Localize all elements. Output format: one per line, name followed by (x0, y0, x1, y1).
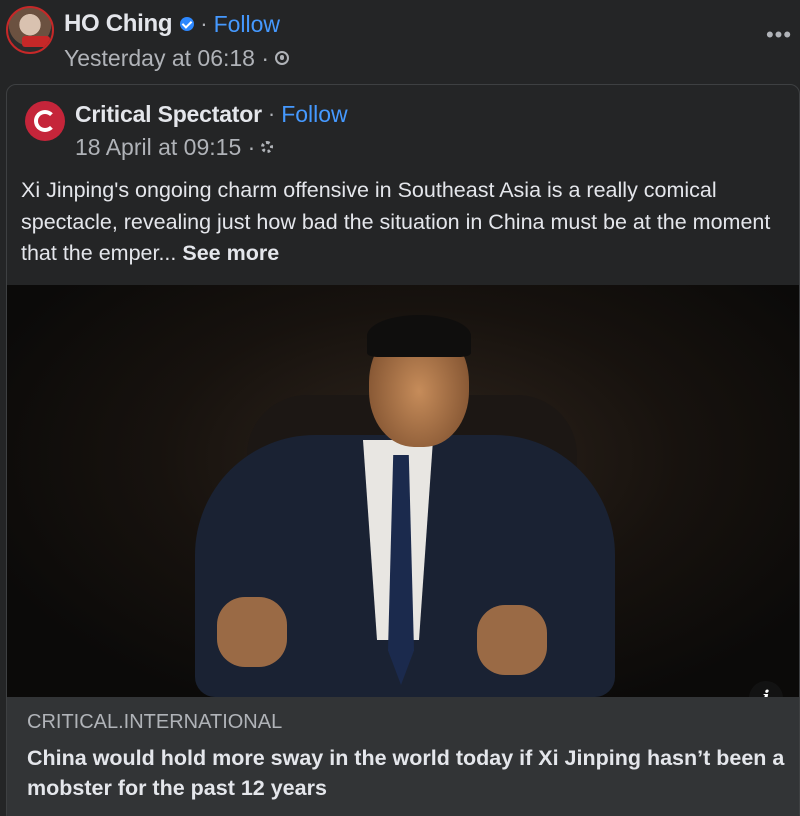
post-text: Xi Jinping's ongoing charm offensive in … (21, 175, 791, 270)
shared-timestamp[interactable]: 18 April at 09:15 · (75, 134, 255, 161)
page-logo-icon (34, 110, 56, 132)
settings-icon (261, 141, 274, 153)
author-avatar[interactable] (6, 6, 54, 54)
verified-badge-icon (180, 17, 195, 31)
page-follow-button[interactable]: Follow (281, 101, 347, 128)
more-options-icon[interactable]: ••• (764, 20, 794, 50)
avatar-badge-icon (22, 36, 50, 47)
author-name[interactable]: HO Ching (64, 10, 173, 38)
post-time-line: Yesterday at 06:18 · (64, 44, 290, 72)
page-line: Critical Spectator · Follow (75, 99, 348, 129)
globe-icon (275, 51, 290, 65)
left-hand-shape (217, 597, 287, 667)
right-hand-shape (477, 605, 547, 675)
separator-dot: · (267, 101, 276, 126)
see-more-button[interactable]: See more (182, 241, 279, 265)
page-name[interactable]: Critical Spectator (75, 101, 262, 128)
post-header: HO Ching · Follow Yesterday at 06:18 · •… (0, 0, 800, 84)
separator-dot: · (200, 11, 208, 36)
link-domain: CRITICAL.INTERNATIONAL (27, 711, 283, 733)
info-icon[interactable]: i (749, 681, 783, 697)
link-title[interactable]: China would hold more sway in the world … (27, 743, 787, 803)
link-preview-image[interactable]: i (7, 285, 799, 697)
author-line: HO Ching · Follow (64, 8, 280, 40)
post-body: Xi Jinping's ongoing charm offensive in … (21, 178, 771, 265)
shared-post-card[interactable]: Critical Spectator · Follow 18 April at … (6, 84, 800, 816)
follow-button[interactable]: Follow (214, 11, 280, 38)
page-time-line: 18 April at 09:15 · (75, 133, 274, 161)
page-avatar[interactable] (25, 101, 65, 141)
post-timestamp[interactable]: Yesterday at 06:18 · (64, 45, 269, 72)
link-footer[interactable]: CRITICAL.INTERNATIONAL China would hold … (7, 697, 799, 816)
hair-shape (367, 315, 471, 357)
